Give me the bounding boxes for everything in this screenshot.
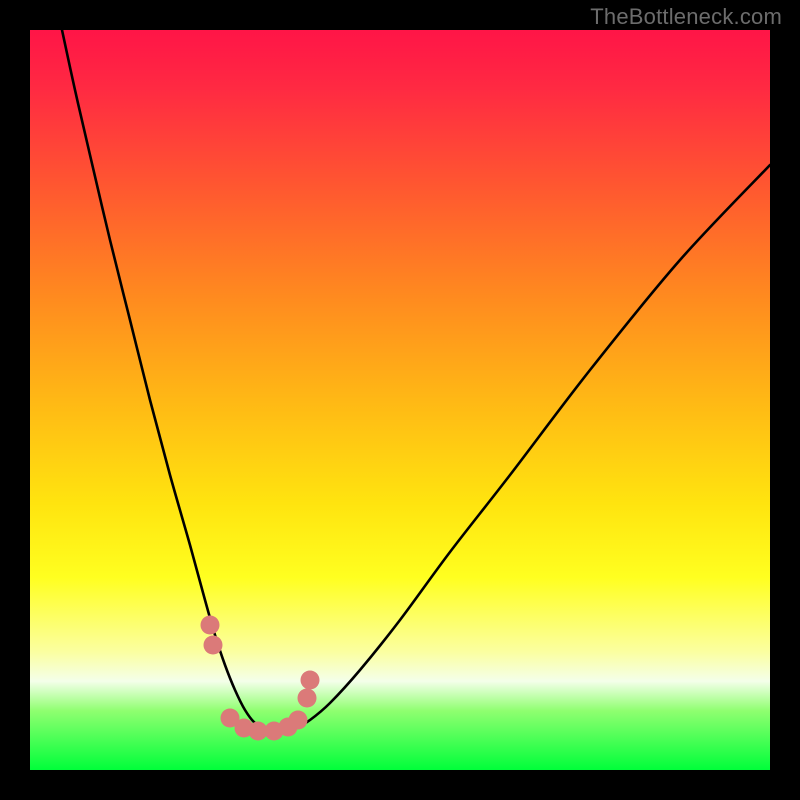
data-dot [204, 636, 223, 655]
data-dots [201, 616, 320, 741]
data-dot [289, 711, 308, 730]
data-dot [298, 689, 317, 708]
data-dot [301, 671, 320, 690]
chart-frame: TheBottleneck.com [0, 0, 800, 800]
chart-svg [30, 30, 770, 770]
bottleneck-curve [62, 30, 770, 731]
data-dot [201, 616, 220, 635]
plot-area [30, 30, 770, 770]
watermark-text: TheBottleneck.com [590, 4, 782, 30]
